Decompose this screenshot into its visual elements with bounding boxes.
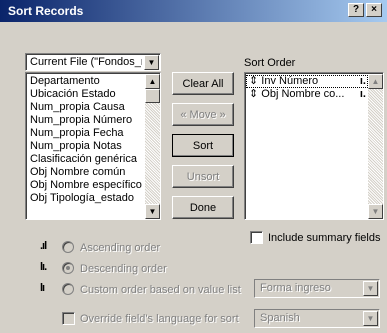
descending-order-label: Descending order bbox=[80, 263, 167, 275]
clear-all-button[interactable]: Clear All bbox=[172, 72, 234, 95]
override-language-label: Override field's language for sort bbox=[80, 313, 239, 325]
source-file-value: Current File ("Fondos_r bbox=[30, 56, 142, 68]
scroll-up-icon[interactable]: ▲ bbox=[145, 74, 160, 89]
ascending-order-radio[interactable] bbox=[62, 241, 74, 253]
radio-selected-dot bbox=[66, 266, 70, 270]
help-button[interactable]: ? bbox=[348, 3, 364, 17]
list-item[interactable]: Num_propia Fecha bbox=[27, 127, 144, 140]
chevron-down-icon[interactable]: ▼ bbox=[363, 281, 378, 296]
list-item[interactable]: Ubicación Estado bbox=[27, 88, 144, 101]
list-item[interactable]: Num_propia Causa bbox=[27, 101, 144, 114]
list-item[interactable]: Obj Tipología_estado bbox=[27, 192, 144, 205]
move-label: « Move » bbox=[180, 108, 226, 121]
close-button[interactable]: × bbox=[366, 3, 382, 17]
value-list-dropdown[interactable]: Forma ingreso ▼ bbox=[254, 279, 380, 298]
sort-order-scrollbar[interactable] bbox=[368, 74, 383, 218]
sort-order-label: Sort Order bbox=[244, 57, 296, 69]
custom-order-icon: lı bbox=[40, 282, 45, 294]
scroll-down-icon[interactable]: ▼ bbox=[145, 204, 160, 219]
sort-order-item[interactable]: ⇕ Inv Número ı. bbox=[246, 75, 368, 88]
include-summary-label: Include summary fields bbox=[268, 232, 381, 244]
sort-button[interactable]: Sort bbox=[172, 134, 234, 157]
ascending-order-icon: .ıl bbox=[40, 240, 47, 252]
source-file-dropdown[interactable]: Current File ("Fondos_r ▼ bbox=[25, 53, 161, 71]
custom-order-label: Custom order based on value list bbox=[80, 284, 241, 296]
unsort-label: Unsort bbox=[186, 170, 220, 183]
list-item[interactable]: Num_propia Notas bbox=[27, 140, 144, 153]
field-list[interactable]: Departamento Ubicación Estado Num_propia… bbox=[25, 72, 161, 220]
move-button[interactable]: « Move » bbox=[172, 103, 234, 126]
list-item[interactable]: Clasificación genérica bbox=[27, 153, 144, 166]
done-label: Done bbox=[189, 201, 217, 214]
sort-order-list[interactable]: ⇕ Inv Número ı. ⇕ Obj Nombre co... ı. ▲ … bbox=[244, 72, 384, 220]
move-handle-icon[interactable]: ⇕ bbox=[249, 88, 258, 100]
sort-label: Sort bbox=[192, 139, 214, 152]
descending-order-icon: lı. bbox=[40, 261, 47, 273]
list-item[interactable]: Obj Nombre específico bbox=[27, 179, 144, 192]
value-list-value: Forma ingreso bbox=[260, 282, 331, 294]
descending-order-radio[interactable] bbox=[62, 262, 74, 274]
sort-field-label: Inv Número bbox=[261, 75, 319, 87]
sort-field-label: Obj Nombre co... bbox=[261, 88, 345, 100]
descending-order-icon: ı. bbox=[359, 88, 366, 100]
scroll-thumb[interactable] bbox=[145, 89, 160, 103]
title-bar: Sort Records ? × bbox=[0, 0, 387, 22]
descending-order-icon: ı. bbox=[359, 75, 366, 87]
clear-all-label: Clear All bbox=[182, 77, 224, 90]
done-button[interactable]: Done bbox=[172, 196, 234, 219]
list-item[interactable]: Num_propia Número bbox=[27, 114, 144, 127]
sort-order-item[interactable]: ⇕ Obj Nombre co... ı. bbox=[246, 88, 368, 101]
field-list-items: Departamento Ubicación Estado Num_propia… bbox=[27, 75, 144, 205]
chevron-down-icon[interactable]: ▼ bbox=[144, 55, 159, 70]
unsort-button[interactable]: Unsort bbox=[172, 165, 234, 188]
include-summary-checkbox[interactable] bbox=[250, 231, 263, 244]
ascending-order-label: Ascending order bbox=[80, 242, 161, 254]
list-item[interactable]: Departamento bbox=[27, 75, 144, 88]
dialog-title: Sort Records bbox=[8, 4, 84, 18]
scroll-down-icon[interactable]: ▼ bbox=[368, 204, 383, 219]
override-language-checkbox[interactable] bbox=[62, 312, 75, 325]
custom-order-radio[interactable] bbox=[62, 283, 74, 295]
language-dropdown[interactable]: Spanish ▼ bbox=[254, 309, 380, 328]
chevron-down-icon[interactable]: ▼ bbox=[363, 311, 378, 326]
language-value: Spanish bbox=[260, 312, 300, 324]
move-handle-icon[interactable]: ⇕ bbox=[249, 75, 258, 87]
sort-records-dialog: Sort Records ? × Current File ("Fondos_r… bbox=[0, 0, 387, 333]
scroll-up-icon[interactable]: ▲ bbox=[368, 74, 383, 89]
list-item[interactable]: Obj Nombre común bbox=[27, 166, 144, 179]
sort-order-items: ⇕ Inv Número ı. ⇕ Obj Nombre co... ı. bbox=[246, 75, 368, 101]
